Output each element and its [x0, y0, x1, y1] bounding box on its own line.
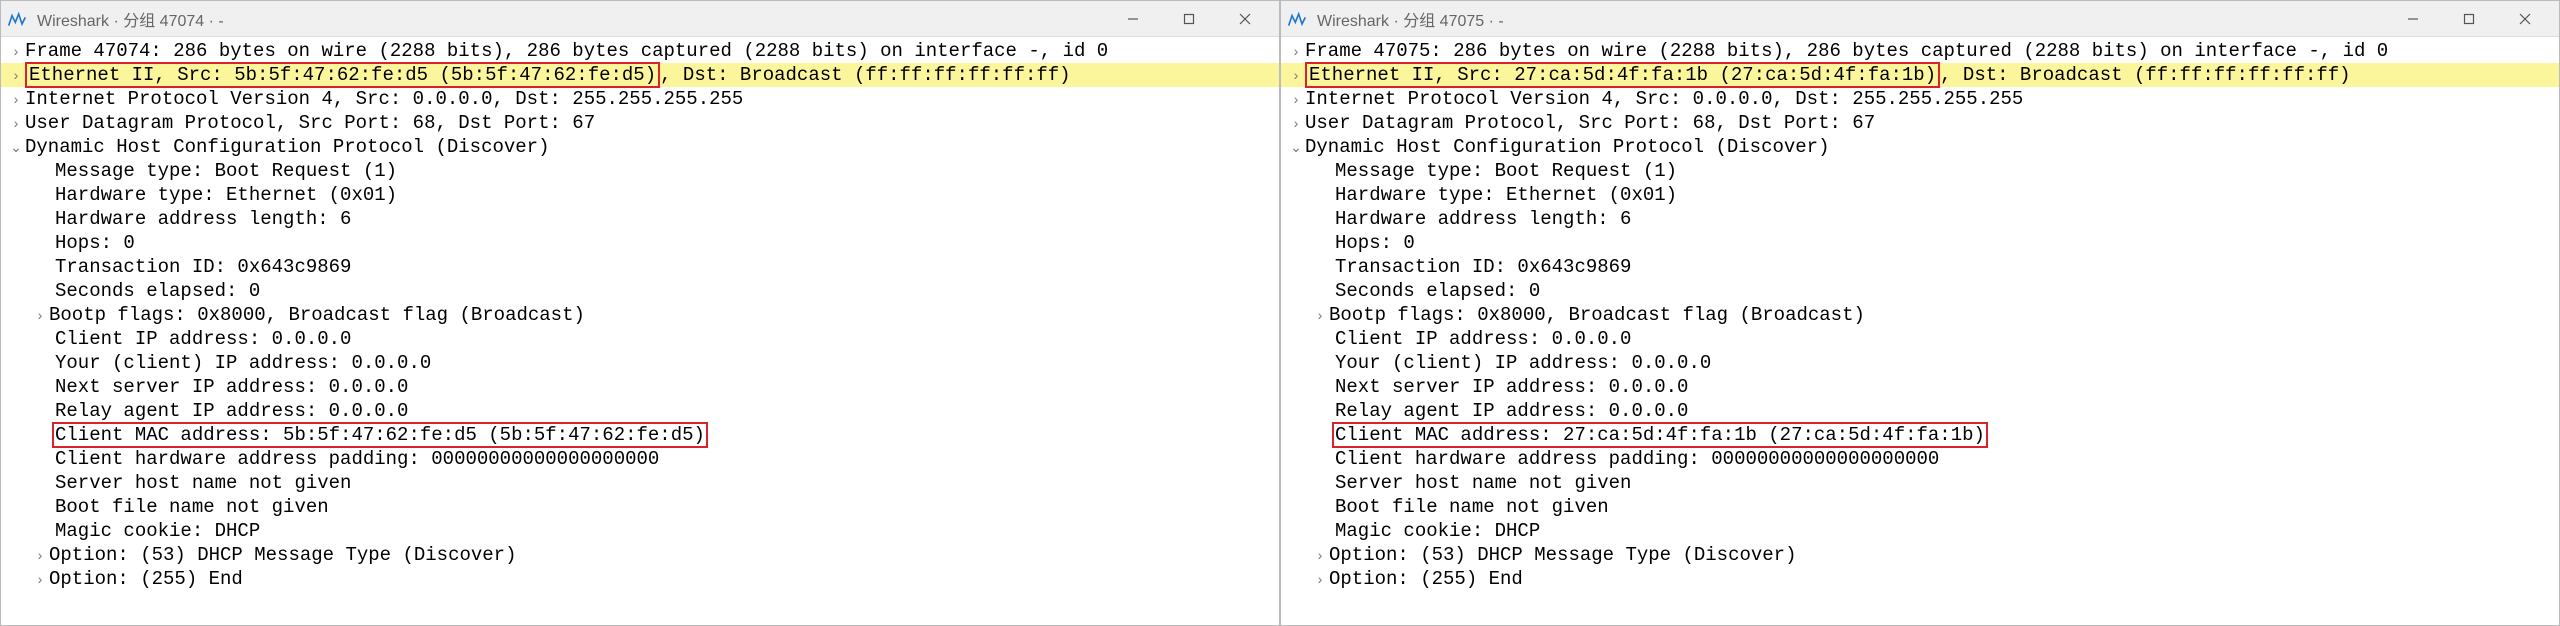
window-title: Wireshark · 分组 47074 · -: [37, 7, 1105, 31]
relay-ip-row[interactable]: Relay agent IP address: 0.0.0.0: [1281, 399, 2559, 423]
udp-row[interactable]: ›User Datagram Protocol, Src Port: 68, D…: [1281, 111, 2559, 135]
close-button[interactable]: [2497, 1, 2553, 37]
maximize-button[interactable]: [1161, 1, 1217, 37]
boot-file-row[interactable]: Boot file name not given: [1281, 495, 2559, 519]
secs-row[interactable]: Seconds elapsed: 0: [1, 279, 1279, 303]
client-mac-row[interactable]: Client MAC address: 5b:5f:47:62:fe:d5 (5…: [1, 423, 1279, 447]
magic-row[interactable]: Magic cookie: DHCP: [1, 519, 1279, 543]
your-ip-row[interactable]: Your (client) IP address: 0.0.0.0: [1, 351, 1279, 375]
relay-ip-row[interactable]: Relay agent IP address: 0.0.0.0: [1, 399, 1279, 423]
next-ip-row[interactable]: Next server IP address: 0.0.0.0: [1281, 375, 2559, 399]
hw-len-row[interactable]: Hardware address length: 6: [1, 207, 1279, 231]
ethernet-row[interactable]: ›Ethernet II, Src: 5b:5f:47:62:fe:d5 (5b…: [1, 63, 1279, 87]
packet-details-tree[interactable]: ›Frame 47075: 286 bytes on wire (2288 bi…: [1281, 37, 2559, 625]
your-ip-row[interactable]: Your (client) IP address: 0.0.0.0: [1281, 351, 2559, 375]
ip-row[interactable]: ›Internet Protocol Version 4, Src: 0.0.0…: [1281, 87, 2559, 111]
opt255-row[interactable]: ›Option: (255) End: [1, 567, 1279, 591]
close-button[interactable]: [1217, 1, 1273, 37]
boot-file-row[interactable]: Boot file name not given: [1, 495, 1279, 519]
udp-row[interactable]: ›User Datagram Protocol, Src Port: 68, D…: [1, 111, 1279, 135]
window-controls: [2385, 1, 2553, 37]
chevron-right-icon[interactable]: ›: [31, 543, 49, 567]
dhcp-row[interactable]: ⌄Dynamic Host Configuration Protocol (Di…: [1, 135, 1279, 159]
server-host-row[interactable]: Server host name not given: [1, 471, 1279, 495]
dhcp-row[interactable]: ⌄Dynamic Host Configuration Protocol (Di…: [1281, 135, 2559, 159]
wireshark-app-icon: [7, 9, 27, 29]
hops-row[interactable]: Hops: 0: [1281, 231, 2559, 255]
frame-row[interactable]: ›Frame 47075: 286 bytes on wire (2288 bi…: [1281, 39, 2559, 63]
chevron-right-icon[interactable]: ›: [1287, 63, 1305, 87]
chevron-right-icon[interactable]: ›: [7, 87, 25, 111]
chevron-right-icon[interactable]: ›: [1287, 87, 1305, 111]
hw-type-row[interactable]: Hardware type: Ethernet (0x01): [1281, 183, 2559, 207]
chevron-right-icon[interactable]: ›: [7, 63, 25, 87]
chevron-right-icon[interactable]: ›: [1311, 303, 1329, 327]
chevron-right-icon[interactable]: ›: [1311, 567, 1329, 591]
next-ip-row[interactable]: Next server IP address: 0.0.0.0: [1, 375, 1279, 399]
chevron-right-icon[interactable]: ›: [1287, 39, 1305, 63]
chevron-right-icon[interactable]: ›: [7, 39, 25, 63]
ethernet-src-highlight: Ethernet II, Src: 5b:5f:47:62:fe:d5 (5b:…: [25, 62, 660, 88]
maximize-button[interactable]: [2441, 1, 2497, 37]
client-ip-row[interactable]: Client IP address: 0.0.0.0: [1281, 327, 2559, 351]
opt53-row[interactable]: ›Option: (53) DHCP Message Type (Discove…: [1281, 543, 2559, 567]
hw-type-row[interactable]: Hardware type: Ethernet (0x01): [1, 183, 1279, 207]
chevron-right-icon[interactable]: ›: [31, 567, 49, 591]
chevron-right-icon[interactable]: ›: [1287, 111, 1305, 135]
txid-row[interactable]: Transaction ID: 0x643c9869: [1, 255, 1279, 279]
hw-pad-row[interactable]: Client hardware address padding: 0000000…: [1281, 447, 2559, 471]
secs-row[interactable]: Seconds elapsed: 0: [1281, 279, 2559, 303]
client-mac-highlight: Client MAC address: 27:ca:5d:4f:fa:1b (2…: [1332, 422, 1988, 448]
wireshark-window-right: Wireshark · 分组 47075 · - ›Frame 47075: 2…: [1280, 0, 2560, 626]
titlebar[interactable]: Wireshark · 分组 47075 · -: [1281, 1, 2559, 37]
chevron-right-icon[interactable]: ›: [31, 303, 49, 327]
hops-row[interactable]: Hops: 0: [1, 231, 1279, 255]
chevron-right-icon[interactable]: ›: [1311, 543, 1329, 567]
frame-row[interactable]: ›Frame 47074: 286 bytes on wire (2288 bi…: [1, 39, 1279, 63]
client-ip-row[interactable]: Client IP address: 0.0.0.0: [1, 327, 1279, 351]
wireshark-window-left: Wireshark · 分组 47074 · - ›Frame 47074: 2…: [0, 0, 1280, 626]
window-title: Wireshark · 分组 47075 · -: [1317, 7, 2385, 31]
minimize-button[interactable]: [1105, 1, 1161, 37]
magic-row[interactable]: Magic cookie: DHCP: [1281, 519, 2559, 543]
msg-type-row[interactable]: Message type: Boot Request (1): [1, 159, 1279, 183]
titlebar[interactable]: Wireshark · 分组 47074 · -: [1, 1, 1279, 37]
bootp-row[interactable]: ›Bootp flags: 0x8000, Broadcast flag (Br…: [1281, 303, 2559, 327]
chevron-down-icon[interactable]: ⌄: [1287, 135, 1305, 159]
client-mac-row[interactable]: Client MAC address: 27:ca:5d:4f:fa:1b (2…: [1281, 423, 2559, 447]
msg-type-row[interactable]: Message type: Boot Request (1): [1281, 159, 2559, 183]
ethernet-src-highlight: Ethernet II, Src: 27:ca:5d:4f:fa:1b (27:…: [1305, 62, 1940, 88]
minimize-button[interactable]: [2385, 1, 2441, 37]
opt53-row[interactable]: ›Option: (53) DHCP Message Type (Discove…: [1, 543, 1279, 567]
client-mac-highlight: Client MAC address: 5b:5f:47:62:fe:d5 (5…: [52, 422, 708, 448]
ethernet-row[interactable]: ›Ethernet II, Src: 27:ca:5d:4f:fa:1b (27…: [1281, 63, 2559, 87]
txid-row[interactable]: Transaction ID: 0x643c9869: [1281, 255, 2559, 279]
opt255-row[interactable]: ›Option: (255) End: [1281, 567, 2559, 591]
bootp-row[interactable]: ›Bootp flags: 0x8000, Broadcast flag (Br…: [1, 303, 1279, 327]
window-controls: [1105, 1, 1273, 37]
chevron-right-icon[interactable]: ›: [7, 111, 25, 135]
hw-pad-row[interactable]: Client hardware address padding: 0000000…: [1, 447, 1279, 471]
hw-len-row[interactable]: Hardware address length: 6: [1281, 207, 2559, 231]
ip-row[interactable]: ›Internet Protocol Version 4, Src: 0.0.0…: [1, 87, 1279, 111]
packet-details-tree[interactable]: ›Frame 47074: 286 bytes on wire (2288 bi…: [1, 37, 1279, 625]
chevron-down-icon[interactable]: ⌄: [7, 135, 25, 159]
wireshark-app-icon: [1287, 9, 1307, 29]
server-host-row[interactable]: Server host name not given: [1281, 471, 2559, 495]
